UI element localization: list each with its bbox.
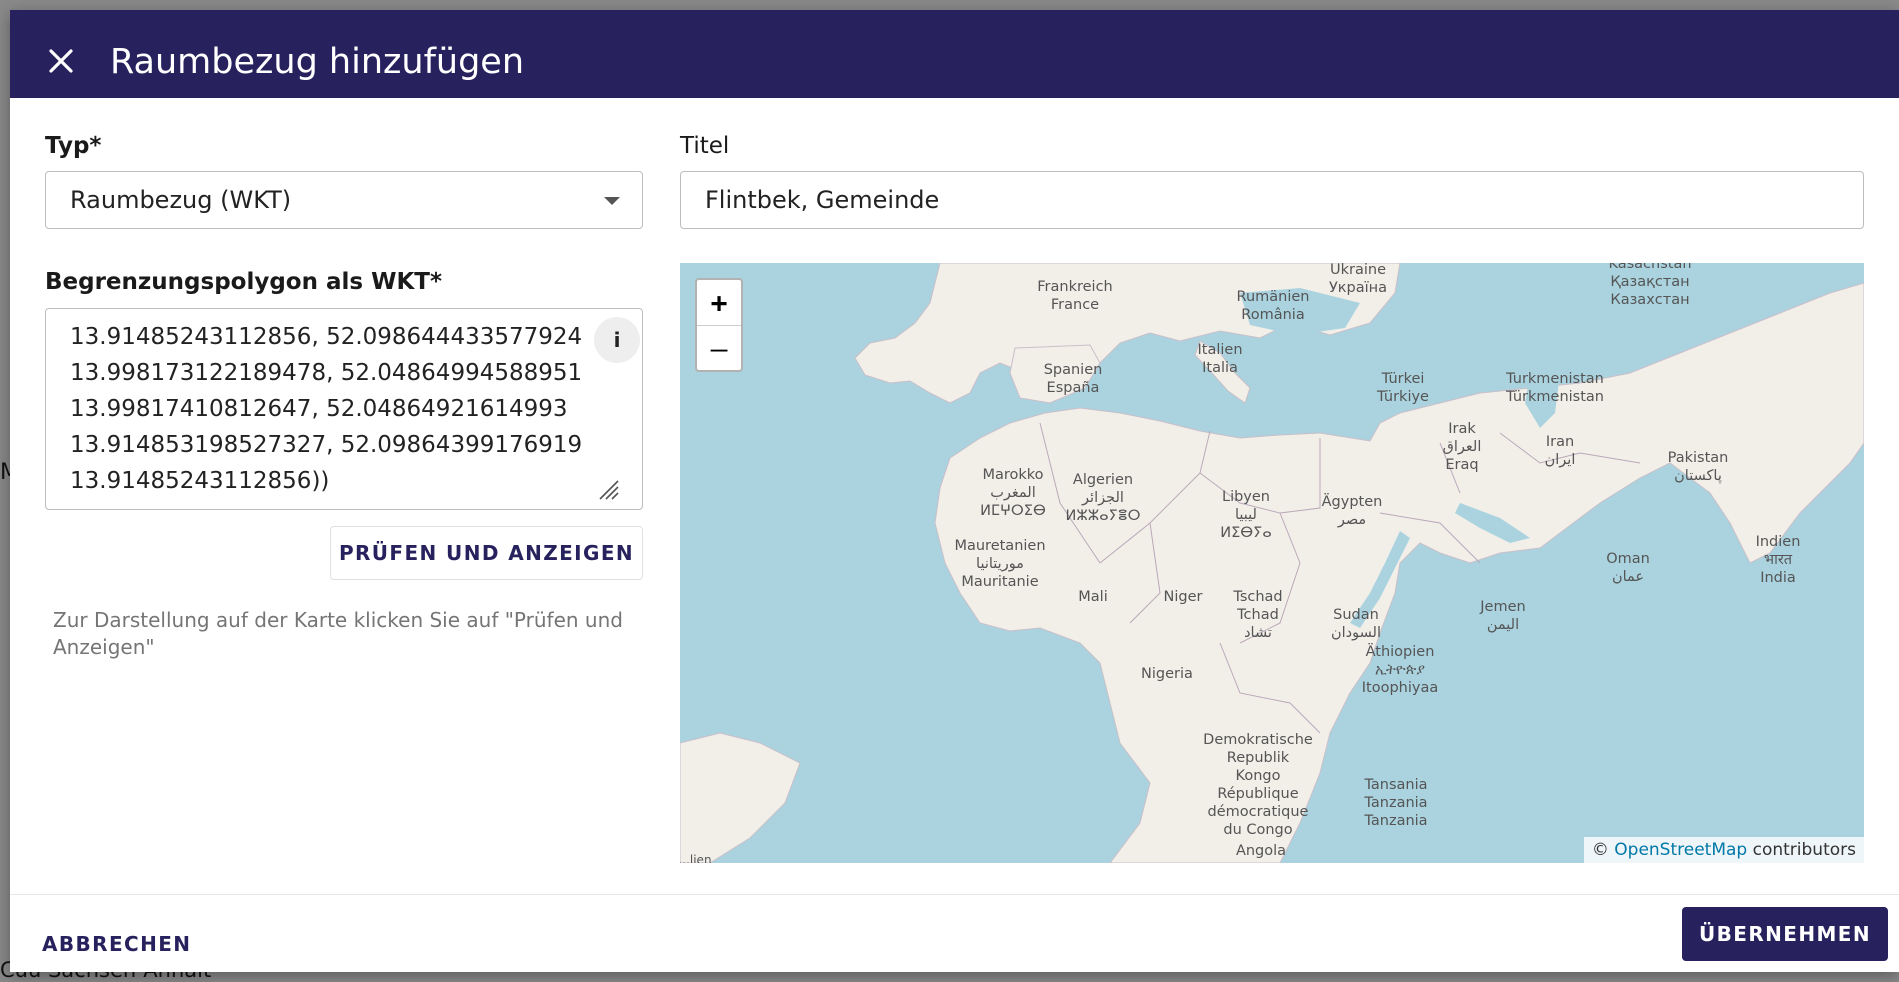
- map-label-text: Oman عمان: [1606, 551, 1650, 585]
- map-label-text: Ukraine Україна: [1328, 263, 1388, 296]
- map-label-text: Kasachstan Қазақстан Казахстан: [1608, 263, 1692, 308]
- close-icon: [49, 49, 73, 73]
- resize-handle-icon[interactable]: [596, 477, 620, 501]
- wkt-line: 13.998173122189478, 52.04864994588951: [70, 360, 583, 386]
- map-label-text: Spanien España: [1043, 362, 1103, 396]
- map-view[interactable]: Ukraine Україна Kasachstan Қазақстан Каз…: [680, 263, 1864, 863]
- map-label-turkey: Türkei Türkiye: [1377, 370, 1429, 406]
- map-label-iran: Iran ایران: [1545, 433, 1576, 469]
- map-label-text: Niger: [1163, 589, 1203, 605]
- attribution-suffix: contributors: [1752, 840, 1856, 860]
- openstreetmap-link[interactable]: OpenStreetMap: [1614, 840, 1747, 860]
- map-label-text: Algerien الجزائر ⵍⵣⵣⴰⵢⴻⵔ: [1065, 472, 1141, 524]
- type-select[interactable]: Raumbezug (WKT): [45, 171, 643, 229]
- map-label-text: Angola: [1235, 843, 1287, 859]
- map-label-ukraine: Ukraine Україна: [1329, 263, 1387, 297]
- map-label-text: Frankreich France: [1037, 279, 1113, 313]
- map-label-text: Demokratische Republik Kongo République …: [1203, 732, 1313, 838]
- map-label-libya: Libyen ليبيا ⵍⵉⴱⵢⴰ: [1220, 488, 1271, 542]
- map-label-text: Jemen اليمن: [1480, 599, 1526, 633]
- map-label-oman: Oman عمان: [1606, 550, 1650, 586]
- close-button[interactable]: [32, 32, 90, 90]
- map-label-yemen: Jemen اليمن: [1480, 598, 1525, 634]
- cancel-button[interactable]: ABBRECHEN: [30, 920, 203, 968]
- map-label-text: Tansania Tanzania Tanzania: [1364, 777, 1428, 829]
- apply-button[interactable]: ÜBERNEHMEN: [1682, 907, 1888, 961]
- wkt-line: 13.99817410812647, 52.04864921614993: [70, 396, 568, 422]
- title-label: Titel: [680, 133, 730, 159]
- map-label-text: Marokko المغرب ⵍⵎⵖⵔⵉⴱ: [980, 467, 1046, 519]
- map-label-text: Turkmenistan Türkmenistan: [1506, 371, 1604, 405]
- map-label-text: Iran ایران: [1544, 434, 1576, 468]
- map-label-text: Italien Italia: [1197, 342, 1243, 376]
- dialog-header: Raumbezug hinzufügen: [10, 10, 1899, 98]
- map-attribution: © OpenStreetMap contributors: [1583, 837, 1864, 863]
- map-label-text: Sudan السودان: [1330, 607, 1382, 641]
- map-label-egypt: Ägypten مصر: [1322, 493, 1383, 529]
- map-label-text: Mauretanien موريتانيا Mauritanie: [954, 538, 1046, 590]
- map-label-tanzania: Tansania Tanzania Tanzania: [1364, 776, 1427, 830]
- title-input[interactable]: Flintbek, Gemeinde: [680, 171, 1864, 229]
- add-spatial-reference-dialog: Raumbezug hinzufügen Typ* Raumbezug (WKT…: [10, 10, 1899, 972]
- map-label-iraq: Irak العراق Eraq: [1443, 420, 1482, 474]
- zoom-control: + –: [695, 278, 743, 372]
- map-label-morocco: Marokko المغرب ⵍⵎⵖⵔⵉⴱ: [980, 466, 1046, 520]
- wkt-line: 13.914853198527327, 52.09864399176919: [70, 432, 583, 458]
- map-label-text: Mali: [1078, 589, 1108, 605]
- info-icon[interactable]: i: [594, 317, 640, 363]
- map-label-text: Nigeria: [1141, 666, 1193, 682]
- map-label-spain: Spanien España: [1044, 361, 1103, 397]
- map-label-algeria: Algerien الجزائر ⵍⵣⵣⴰⵢⴻⵔ: [1065, 471, 1140, 525]
- map-label-italy: Italien Italia: [1197, 341, 1242, 377]
- map-label-text: Rumänien România: [1236, 289, 1310, 323]
- attribution-prefix: ©: [1591, 840, 1609, 860]
- wkt-textarea[interactable]: 13.91485243112856, 52.098644433577924 13…: [45, 308, 643, 510]
- wkt-line: 13.91485243112856, 52.098644433577924: [70, 324, 583, 350]
- map-label-text: ...lien: [680, 853, 712, 863]
- map-label-drc: Demokratische Republik Kongo République …: [1203, 731, 1313, 839]
- map-label-ethiopia: Äthiopien ኢትዮጵያ Itoophiyaa: [1362, 643, 1438, 697]
- dialog-title: Raumbezug hinzufügen: [110, 42, 525, 82]
- map-label-romania: Rumänien România: [1237, 288, 1310, 324]
- map-label-chad: Tschad Tchad تشاد: [1233, 588, 1282, 642]
- wkt-line: 13.91485243112856)): [70, 468, 330, 494]
- map-label-mauritania: Mauretanien موريتانيا Mauritanie: [954, 537, 1045, 591]
- wkt-label: Begrenzungspolygon als WKT*: [45, 269, 442, 295]
- type-label: Typ*: [45, 133, 102, 159]
- map-label-text: Türkei Türkiye: [1377, 371, 1429, 405]
- map-hint-text: Zur Darstellung auf der Karte klicken Si…: [53, 608, 623, 659]
- map-label-turkmenistan: Turkmenistan Türkmenistan: [1506, 370, 1604, 406]
- map-label-mali: Mali: [1078, 588, 1107, 606]
- footer-divider: [10, 894, 1899, 895]
- map-label-niger: Niger: [1164, 588, 1203, 606]
- map-label-pakistan: Pakistan پاکستان: [1668, 449, 1729, 485]
- map-label-text: Äthiopien ኢትዮጵያ Itoophiyaa: [1361, 644, 1439, 696]
- type-select-value: Raumbezug (WKT): [70, 186, 292, 214]
- map-label-text: Ägypten مصر: [1321, 494, 1383, 528]
- zoom-in-button[interactable]: +: [697, 280, 741, 326]
- map-label-sudan: Sudan السودان: [1331, 606, 1381, 642]
- map-label-text: Irak العراق Eraq: [1442, 421, 1482, 473]
- zoom-out-button[interactable]: –: [697, 326, 741, 371]
- map-label-india: Indien भारत India: [1756, 533, 1801, 587]
- map-label-text: Tschad Tchad تشاد: [1233, 589, 1283, 641]
- check-and-show-button[interactable]: PRÜFEN UND ANZEIGEN: [330, 526, 643, 580]
- title-input-value: Flintbek, Gemeinde: [705, 186, 940, 214]
- chevron-down-icon: [604, 197, 620, 205]
- map-label-france: Frankreich France: [1037, 278, 1112, 314]
- map-label-partial: ...lien: [680, 851, 712, 863]
- map-label-text: Indien भारत India: [1755, 534, 1801, 586]
- map-label-kazakhstan: Kasachstan Қазақстан Казахстан: [1608, 263, 1691, 309]
- map-label-nigeria: Nigeria: [1141, 665, 1193, 683]
- map-label-text: Libyen ليبيا ⵍⵉⴱⵢⴰ: [1220, 489, 1272, 541]
- map-label-text: Pakistan پاکستان: [1667, 450, 1729, 484]
- map-label-angola: Angola: [1236, 842, 1286, 860]
